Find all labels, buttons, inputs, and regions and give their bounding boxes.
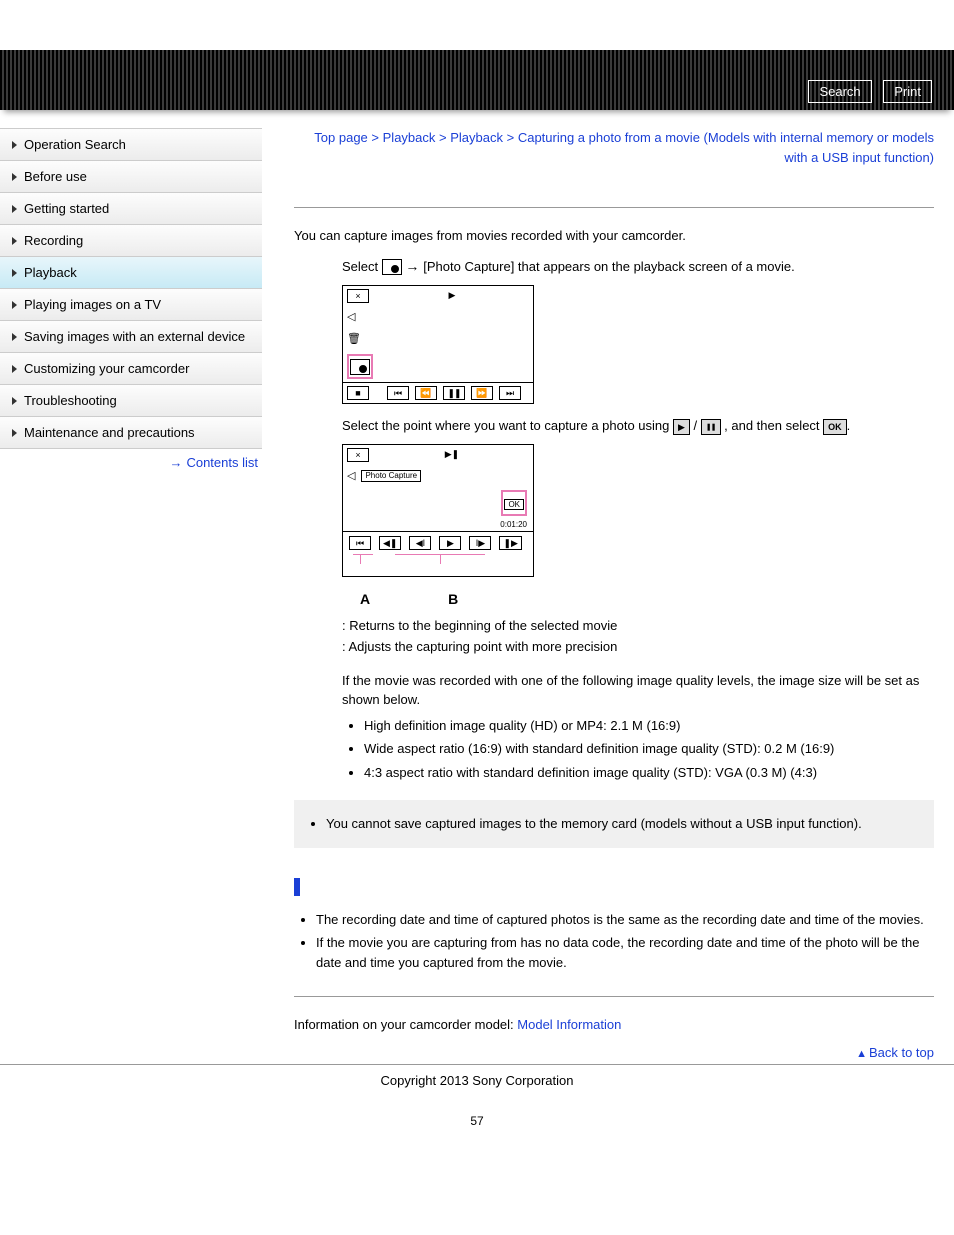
up-triangle-icon: ▲ (856, 1048, 867, 1060)
quality-intro: If the movie was recorded with one of th… (342, 671, 934, 710)
frame-fwd-icon: I▶ (469, 536, 491, 550)
model-info-row: Information on your camcorder model: Mod… (294, 1015, 934, 1035)
close-icon: × (347, 448, 369, 462)
sidebar-item-troubleshooting[interactable]: Troubleshooting (0, 385, 262, 417)
photo-capture-highlight (347, 354, 373, 380)
play-icon (673, 419, 690, 435)
legend-letter-b: B (448, 589, 458, 610)
page-number: 57 (0, 1096, 954, 1146)
sidebar-item-label: Saving images with an external device (24, 329, 245, 344)
sidebar-item-label: Before use (24, 169, 87, 184)
trash-icon: 🗑 (347, 331, 361, 348)
breadcrumb-title[interactable]: Capturing a photo from a movie (Models w… (518, 130, 934, 165)
step-1: Select → [Photo Capture] that appears on… (342, 256, 934, 277)
model-information-link[interactable]: Model Information (517, 1017, 621, 1032)
step-back-icon: ◀❚ (379, 536, 401, 550)
next-icon: ⏭ (499, 386, 521, 400)
close-icon: × (347, 289, 369, 303)
sidebar-item-recording[interactable]: Recording (0, 225, 262, 257)
contents-list-link[interactable]: Contents list (186, 455, 258, 470)
sidebar-item-label: Customizing your camcorder (24, 361, 189, 376)
frame-back-icon: ◀I (409, 536, 431, 550)
copyright-text: Copyright 2013 Sony Corporation (0, 1065, 954, 1096)
stop-icon: ■ (347, 386, 369, 400)
speaker-icon: ◁ (347, 468, 355, 485)
sidebar-item-label: Playback (24, 265, 77, 280)
section-marker-icon (294, 878, 300, 896)
speaker-icon: ◁ (347, 309, 355, 326)
quality-item: Wide aspect ratio (16:9) with standard d… (364, 739, 934, 759)
photo-capture-label-box: Photo Capture (361, 470, 421, 482)
sidebar-item-customizing[interactable]: Customizing your camcorder (0, 353, 262, 385)
playback-screen-diagram-1: × ▶ ◁ 🗑 ■ ⏮ ⏪ ❚❚ ⏩ ⏭ (342, 285, 534, 405)
forward-icon: ⏩ (471, 386, 493, 400)
pause-icon: ❚❚ (443, 386, 465, 400)
sidebar-item-playing-tv[interactable]: Playing images on a TV (0, 289, 262, 321)
intro-text: You can capture images from movies recor… (294, 226, 934, 246)
ok-icon (823, 419, 847, 435)
play-icon: ▶ (449, 289, 456, 303)
ok-icon: OK (504, 499, 524, 510)
breadcrumb-cat2[interactable]: Playback (450, 130, 503, 145)
sidebar-item-label: Troubleshooting (24, 393, 117, 408)
photo-capture-icon (382, 259, 402, 275)
tip-item: The recording date and time of captured … (316, 910, 934, 930)
note-box: You cannot save captured images to the m… (294, 800, 934, 848)
step1-post: [Photo Capture] that appears on the play… (423, 259, 794, 274)
step2-pre: Select the point where you want to captu… (342, 418, 673, 433)
step-fwd-icon: ❚▶ (499, 536, 521, 550)
sidebar-item-operation-search[interactable]: Operation Search (0, 129, 262, 161)
photo-capture-icon (350, 359, 370, 375)
sidebar-item-saving-external[interactable]: Saving images with an external device (0, 321, 262, 353)
prev-icon: ⏮ (387, 386, 409, 400)
playback-screen-diagram-2: × ▶❚ ◁ Photo Capture OK 0:01:20 ⏮ ◀❚ ◀I (342, 444, 534, 577)
sidebar-item-maintenance[interactable]: Maintenance and precautions (0, 417, 262, 449)
breadcrumb: Top page > Playback > Playback > Capturi… (294, 128, 934, 167)
ok-highlight: OK (501, 490, 527, 516)
sidebar-item-before-use[interactable]: Before use (0, 161, 262, 193)
quality-item: 4:3 aspect ratio with standard definitio… (364, 763, 934, 783)
play-icon: ▶ (439, 536, 461, 550)
quality-list: High definition image quality (HD) or MP… (342, 716, 934, 783)
legend-a-text: : Returns to the beginning of the select… (342, 616, 934, 636)
step1-pre: Select (342, 259, 382, 274)
breadcrumb-cat1[interactable]: Playback (383, 130, 436, 145)
timecode: 0:01:20 (500, 519, 527, 531)
back-to-top-link[interactable]: Back to top (869, 1045, 934, 1060)
sidebar-item-getting-started[interactable]: Getting started (0, 193, 262, 225)
rewind-icon: ⏪ (415, 386, 437, 400)
tip-item: If the movie you are capturing from has … (316, 933, 934, 972)
sidebar-item-label: Playing images on a TV (24, 297, 161, 312)
model-info-pre: Information on your camcorder model: (294, 1017, 517, 1032)
sidebar: Operation Search Before use Getting star… (0, 128, 262, 476)
step2-post: , and then select (724, 418, 823, 433)
legend-b-text: : Adjusts the capturing point with more … (342, 637, 934, 657)
prev-icon: ⏮ (349, 536, 371, 550)
tips-list: The recording date and time of captured … (294, 910, 934, 973)
legend-letter-a: A (360, 589, 370, 610)
sidebar-item-playback[interactable]: Playback (0, 257, 262, 289)
step-2: Select the point where you want to captu… (342, 416, 934, 436)
step2-mid: / (694, 418, 701, 433)
sidebar-item-label: Maintenance and precautions (24, 425, 195, 440)
sidebar-item-label: Recording (24, 233, 83, 248)
pause-icon (701, 419, 721, 435)
sidebar-item-label: Operation Search (24, 137, 126, 152)
breadcrumb-top[interactable]: Top page (314, 130, 368, 145)
header-bar: Search Print (0, 50, 954, 110)
search-button[interactable]: Search (808, 80, 871, 103)
sidebar-item-label: Getting started (24, 201, 109, 216)
note-item: You cannot save captured images to the m… (326, 814, 924, 834)
arrow-right-icon: → (405, 258, 423, 274)
quality-item: High definition image quality (HD) or MP… (364, 716, 934, 736)
arrow-right-icon: → (169, 455, 182, 470)
step2-end: . (847, 418, 851, 433)
play-pause-icon: ▶❚ (445, 448, 459, 462)
print-button[interactable]: Print (883, 80, 932, 103)
